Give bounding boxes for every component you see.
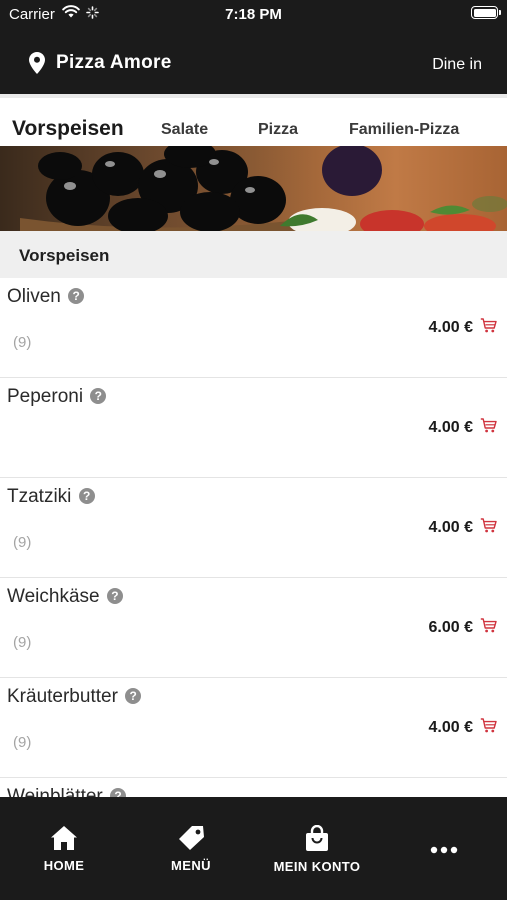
info-icon[interactable]: ? [106,588,123,604]
nav-home-label: HOME [43,858,85,873]
menu-item-name: Oliven [7,286,61,307]
tab-pizza[interactable]: Pizza [258,121,298,139]
menu-item-name-row: Tzatziki ? [7,486,95,508]
menu-item-price: 4.00 € [428,419,473,436]
nav-my-account[interactable]: MEIN KONTO [257,824,377,874]
nav-menu-label: MENÜ [171,858,211,873]
tab-familien-pizza[interactable]: Familien-Pizza [349,121,459,139]
menu-item-name: Weichkäse [7,586,100,607]
menu-item[interactable]: Weinblätter ? [0,778,507,797]
shopping-bag-icon [304,824,330,856]
menu-item-name-row: Weichkäse ? [7,586,123,608]
price-row: 4.00 € [429,318,497,338]
info-icon[interactable]: ? [90,388,107,404]
menu-item-list: Oliven ? (9) 4.00 € Peperoni ? 4.00 € Tz… [0,278,507,797]
menu-item-name: Kräuterbutter [7,686,118,707]
allergen-note: (9) [13,334,32,351]
allergen-note: (9) [13,634,32,651]
info-icon[interactable]: ? [125,688,142,704]
category-banner-image [0,146,507,231]
add-to-cart-icon[interactable] [480,418,497,438]
restaurant-name[interactable]: Pizza Amore [56,52,172,74]
add-to-cart-icon[interactable] [480,518,497,538]
section-title: Vorspeisen [19,246,110,265]
menu-item[interactable]: Kräuterbutter ? (9) 4.00 € [0,678,507,778]
battery-icon [471,6,501,19]
nav-my-account-label: MEIN KONTO [273,859,361,874]
menu-item[interactable]: Weichkäse ? (9) 6.00 € [0,578,507,678]
menu-item-name-row: Weinblätter ? [7,786,127,797]
order-mode-selector[interactable]: Dine in [432,56,482,74]
category-tabs: Vorspeisen Salate Pizza Familien-Pizza [0,94,507,146]
info-icon[interactable]: ? [78,488,95,504]
menu-item-price: 4.00 € [428,719,473,736]
nav-home[interactable]: HOME [4,825,124,873]
app-header: Pizza Amore Dine in [0,28,507,94]
nav-menu[interactable]: MENÜ [131,825,251,873]
menu-item-name: Tzatziki [7,486,72,507]
info-icon[interactable]: ? [110,788,127,797]
status-bar: Carrier 7:18 PM [0,0,507,28]
price-row: 4.00 € [429,718,497,738]
price-row: 4.00 € [429,518,497,538]
menu-item[interactable]: Tzatziki ? (9) 4.00 € [0,478,507,578]
tab-vorspeisen[interactable]: Vorspeisen [12,117,124,141]
menu-item[interactable]: Peperoni ? 4.00 € [0,378,507,478]
menu-item-name-row: Kräuterbutter ? [7,686,142,708]
menu-item-price: 4.00 € [428,519,473,536]
nav-more[interactable] [384,841,504,859]
tag-icon [177,826,205,855]
menu-item-name-row: Oliven ? [7,286,85,308]
tab-salate[interactable]: Salate [161,121,208,139]
info-icon[interactable]: ? [68,288,85,304]
menu-item-name: Weinblätter [7,786,103,797]
home-icon [50,826,78,855]
price-row: 6.00 € [429,618,497,638]
menu-item-name-row: Peperoni ? [7,386,107,408]
menu-item-name: Peperoni [7,386,84,407]
menu-item-price: 4.00 € [428,319,473,336]
menu-item[interactable]: Oliven ? (9) 4.00 € [0,278,507,378]
add-to-cart-icon[interactable] [480,318,497,338]
allergen-note: (9) [13,534,32,551]
allergen-note: (9) [13,734,32,751]
menu-item-price: 6.00 € [428,619,473,636]
more-icon [430,841,458,858]
location-pin-icon [29,52,45,79]
add-to-cart-icon[interactable] [480,718,497,738]
price-row: 4.00 € [429,418,497,438]
section-header: Vorspeisen [0,231,507,278]
menu-content[interactable]: Vorspeisen Salate Pizza Familien-Pizza V… [0,94,507,797]
add-to-cart-icon[interactable] [480,618,497,638]
clock: 7:18 PM [225,6,282,23]
bottom-tab-bar: HOME MENÜ MEIN KONTO [0,797,507,900]
